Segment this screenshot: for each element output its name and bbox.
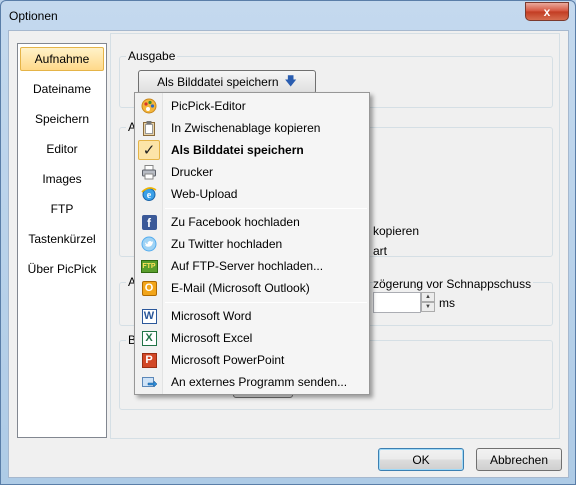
menu-item-label: An externes Programm senden... — [171, 375, 348, 389]
close-icon: x — [543, 4, 551, 19]
menu-item-outlook[interactable]: O E-Mail (Microsoft Outlook) — [137, 277, 367, 299]
sidebar-item-label: Images — [42, 172, 82, 186]
sidebar-item-ftp[interactable]: FTP — [20, 197, 104, 221]
sidebar-item-speichern[interactable]: Speichern — [20, 107, 104, 131]
group-ausgabe-label: Ausgabe — [126, 49, 178, 63]
sidebar-item-label: FTP — [50, 202, 74, 216]
menu-item-facebook[interactable]: f Zu Facebook hochladen — [137, 211, 367, 233]
ftp-icon: FTP — [137, 255, 161, 277]
ok-button-label: OK — [412, 452, 430, 467]
menu-separator — [165, 302, 367, 303]
menu-item-excel[interactable]: X Microsoft Excel — [137, 327, 367, 349]
word-icon: W — [137, 305, 161, 327]
sidebar-item-dateiname[interactable]: Dateiname — [20, 77, 104, 101]
outlook-glyph: O — [141, 280, 157, 296]
svg-text:e: e — [147, 190, 152, 201]
internet-explorer-icon: e — [137, 183, 161, 205]
menu-item-label: Zu Twitter hochladen — [171, 237, 283, 251]
output-dropdown-menu: PicPick-Editor In Zwischenablage kopiere… — [134, 92, 370, 395]
sidebar-item-label: Dateiname — [32, 82, 92, 96]
cancel-button[interactable]: Abbrechen — [476, 448, 562, 471]
menu-item-web-upload[interactable]: e Web-Upload — [137, 183, 367, 205]
menu-item-word[interactable]: W Microsoft Word — [137, 305, 367, 327]
menu-item-label: Microsoft PowerPoint — [171, 353, 285, 367]
output-dropdown-label: Als Bilddatei speichern — [157, 75, 279, 89]
menu-separator — [165, 208, 367, 209]
powerpoint-glyph: P — [141, 352, 157, 368]
facebook-glyph: f — [141, 214, 157, 230]
menu-item-twitter[interactable]: Zu Twitter hochladen — [137, 233, 367, 255]
sidebar-item-editor[interactable]: Editor — [20, 137, 104, 161]
menu-item-label: Microsoft Excel — [171, 331, 253, 345]
outlook-icon: O — [137, 277, 161, 299]
clipboard-icon — [137, 117, 161, 139]
word-glyph: W — [141, 308, 157, 324]
menu-item-clipboard[interactable]: In Zwischenablage kopieren — [137, 117, 367, 139]
excel-icon: X — [137, 327, 161, 349]
cancel-button-label: Abbrechen — [489, 452, 549, 467]
title-bar: Optionen x — [1, 1, 575, 29]
category-sidebar: Aufnahme Dateiname Speichern Editor Imag… — [17, 43, 107, 438]
menu-item-ftp-upload[interactable]: FTP Auf FTP-Server hochladen... — [137, 255, 367, 277]
printer-icon — [137, 161, 161, 183]
output-dropdown-button[interactable]: Als Bilddatei speichern 🡇 — [138, 70, 316, 94]
excel-glyph: X — [141, 330, 157, 346]
menu-item-label: Als Bilddatei speichern — [171, 143, 304, 157]
sidebar-item-label: Aufnahme — [34, 52, 90, 66]
external-program-icon — [137, 371, 161, 393]
powerpoint-icon: P — [137, 349, 161, 371]
menu-item-label: PicPick-Editor — [171, 99, 246, 113]
sidebar-item-label: Speichern — [34, 112, 90, 126]
sidebar-item-label: Tastenkürzel — [28, 232, 96, 246]
sidebar-item-label: Über PicPick — [27, 262, 97, 276]
delay-label: zögerung vor Schnappschuss — [373, 277, 534, 291]
menu-item-label: In Zwischenablage kopieren — [171, 121, 321, 135]
close-button[interactable]: x — [525, 2, 569, 21]
menu-item-save-image-file[interactable]: ✓ Als Bilddatei speichern — [137, 139, 367, 161]
ftp-glyph: FTP — [140, 259, 158, 273]
sidebar-item-label: Editor — [46, 142, 78, 156]
menu-item-printer[interactable]: Drucker — [137, 161, 367, 183]
window-title: Optionen — [9, 9, 58, 23]
checkmark-icon: ✓ — [138, 140, 160, 160]
twitter-icon — [137, 233, 161, 255]
menu-item-label: Microsoft Word — [171, 309, 252, 323]
menu-item-powerpoint[interactable]: P Microsoft PowerPoint — [137, 349, 367, 371]
delay-unit: ms — [439, 296, 455, 310]
menu-item-picpick-editor[interactable]: PicPick-Editor — [137, 95, 367, 117]
menu-item-external-program[interactable]: An externes Programm senden... — [137, 371, 367, 393]
copy-option-text: kopieren — [373, 224, 420, 238]
ok-button[interactable]: OK — [378, 448, 464, 471]
menu-item-label: E-Mail (Microsoft Outlook) — [171, 281, 310, 295]
stepper-down-icon[interactable]: ▼ — [421, 302, 435, 312]
delay-stepper[interactable]: ▲ ▼ — [421, 292, 435, 312]
stepper-up-icon[interactable]: ▲ — [421, 292, 435, 302]
facebook-icon: f — [137, 211, 161, 233]
sidebar-item-aufnahme[interactable]: Aufnahme — [20, 47, 104, 71]
sidebar-item-ueber-picpick[interactable]: Über PicPick — [20, 257, 104, 281]
check-glyph: ✓ — [142, 142, 156, 159]
menu-item-label: Web-Upload — [171, 187, 238, 201]
sidebar-item-tastenkuerzel[interactable]: Tastenkürzel — [20, 227, 104, 251]
menu-item-label: Zu Facebook hochladen — [171, 215, 300, 229]
sidebar-item-images[interactable]: Images — [20, 167, 104, 191]
menu-item-label: Drucker — [171, 165, 214, 179]
menu-item-label: Auf FTP-Server hochladen... — [171, 259, 324, 273]
start-option-text: art — [373, 244, 388, 258]
arrow-down-icon: 🡇 — [284, 73, 297, 88]
picpick-editor-icon — [137, 95, 161, 117]
delay-input[interactable] — [373, 292, 421, 313]
